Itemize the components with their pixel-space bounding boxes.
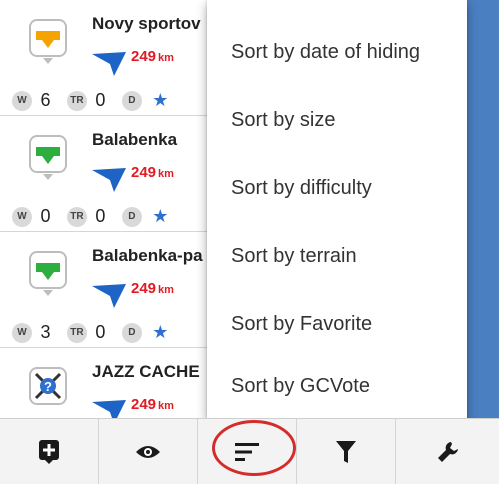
rating-star-icon: ★ [152,90,169,110]
menu-item-sort-size[interactable]: Sort by size [207,86,467,154]
cache-mystery-icon: ? [29,367,67,405]
waypoints-count: 0 [40,206,51,226]
waypoints-badge-icon: W [12,90,32,111]
view-button[interactable] [99,419,198,484]
direction-arrow-icon [92,284,126,308]
cache-stats: W 6 TR 0 D ★ [12,90,168,112]
cache-traditional-icon [29,19,67,64]
cache-traditional-icon [29,251,67,296]
add-cache-button[interactable] [0,419,99,484]
distance-label: 249 km [131,396,174,413]
cache-stats: W 0 TR 0 D ★ [12,206,168,228]
trackables-badge-icon: TR [66,322,87,343]
trackables-count: 0 [95,90,106,110]
cache-stats: W 3 TR 0 D ★ [12,322,168,344]
cache-title: Balabenka [92,130,178,149]
wrench-icon [437,441,458,462]
rating-star-icon: ★ [152,322,169,342]
filter-icon [336,440,356,463]
sort-menu: Sort by date of hiding Sort by size Sort… [207,0,467,420]
tools-button[interactable] [396,419,499,484]
menu-item-sort-terrain[interactable]: Sort by terrain [207,222,467,290]
waypoints-count: 6 [40,90,51,110]
distance-label: 249 km [131,164,174,181]
cache-traditional-icon [29,135,67,180]
menu-item-sort-gcvote[interactable]: Sort by GCVote [207,352,467,420]
eye-icon [136,445,160,458]
cache-title: Novy sportov [92,14,201,33]
difficulty-badge-icon: D [121,206,142,227]
menu-item-sort-date-hiding[interactable]: Sort by date of hiding [207,18,467,86]
svg-text:?: ? [44,379,52,394]
sort-highlight-ring [212,420,296,476]
difficulty-badge-icon: D [121,322,142,343]
trackables-badge-icon: TR [66,90,87,111]
difficulty-badge-icon: D [121,90,142,111]
add-cache-icon [39,439,59,464]
filter-button[interactable] [297,419,396,484]
app-screen: Novy sportov 249 km W 6 TR 0 D ★ Balaben… [0,0,499,484]
rating-star-icon: ★ [152,206,169,226]
cache-title: Balabenka-pa [92,246,203,265]
distance-label: 249 km [131,280,174,297]
trackables-badge-icon: TR [66,206,87,227]
distance-label: 249 km [131,48,174,65]
trackables-count: 0 [95,322,106,342]
direction-arrow-icon [92,168,126,192]
trackables-count: 0 [95,206,106,226]
menu-item-sort-favorite[interactable]: Sort by Favorite [207,290,467,358]
waypoints-badge-icon: W [12,206,32,227]
waypoints-badge-icon: W [12,322,32,343]
cache-title: JAZZ CACHE [92,362,200,381]
direction-arrow-icon [92,52,126,76]
menu-item-sort-difficulty[interactable]: Sort by difficulty [207,154,467,222]
waypoints-count: 3 [40,322,51,342]
